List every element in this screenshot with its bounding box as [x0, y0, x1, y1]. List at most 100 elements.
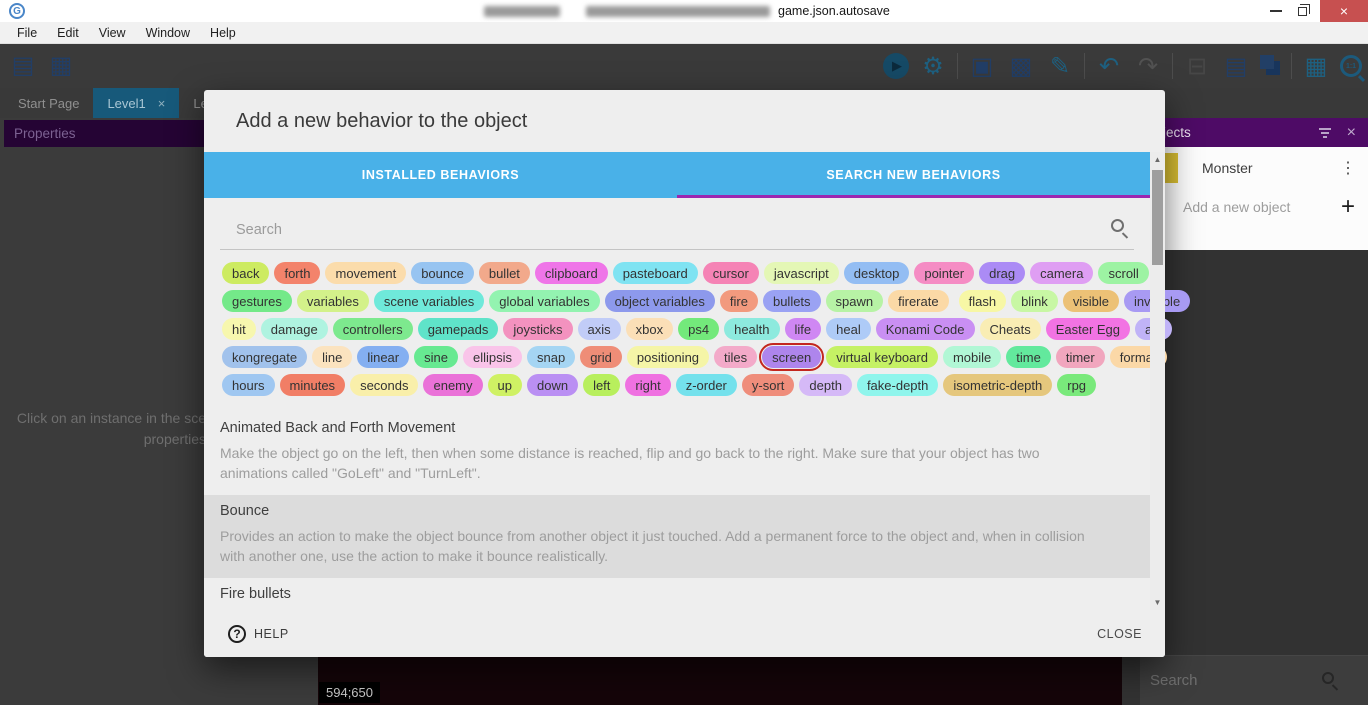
behavior-tag-chip[interactable]: line: [312, 346, 352, 368]
behavior-tag-chip[interactable]: time: [1006, 346, 1051, 368]
close-dialog-button[interactable]: CLOSE: [1097, 627, 1142, 641]
behavior-tag-chip[interactable]: javascript: [764, 262, 839, 284]
behavior-tag-chip[interactable]: variables: [297, 290, 369, 312]
behavior-tag-chip[interactable]: timer: [1056, 346, 1105, 368]
minimize-button[interactable]: [1270, 10, 1282, 12]
behavior-tag-chip[interactable]: positioning: [627, 346, 709, 368]
behavior-tag-chip[interactable]: mobile: [943, 346, 1001, 368]
tab-installed-behaviors[interactable]: INSTALLED BEHAVIORS: [204, 152, 677, 198]
start-page-icon[interactable]: ▦: [46, 50, 76, 80]
close-panel-icon[interactable]: ×: [1347, 124, 1356, 142]
behavior-list-item[interactable]: Animated Back and Forth Movement Make th…: [204, 412, 1150, 495]
behavior-tag-chip[interactable]: cursor: [703, 262, 759, 284]
object-groups-icon[interactable]: ▩: [1006, 51, 1036, 81]
behavior-tag-chip[interactable]: snap: [527, 346, 575, 368]
behavior-tag-chip[interactable]: joysticks: [503, 318, 572, 340]
behavior-tag-chip[interactable]: heal: [826, 318, 871, 340]
preview-play-icon[interactable]: ▶: [883, 53, 909, 79]
grid-icon[interactable]: ▦: [1301, 51, 1331, 81]
objects-search-input[interactable]: Search: [1150, 672, 1198, 689]
project-manager-icon[interactable]: ▤: [8, 50, 38, 80]
behavior-tag-chip[interactable]: hit: [222, 318, 256, 340]
behavior-tag-chip[interactable]: gestures: [222, 290, 292, 312]
layers-editor-icon[interactable]: [1260, 55, 1274, 69]
redo-icon[interactable]: ↷: [1133, 51, 1163, 81]
behavior-tag-chip[interactable]: up: [488, 374, 522, 396]
menu-item[interactable]: File: [7, 26, 47, 40]
object-list-item[interactable]: Monster ⋮: [1140, 147, 1368, 189]
behavior-tag-chip[interactable]: blink: [1011, 290, 1058, 312]
behavior-tag-chip[interactable]: linear: [357, 346, 409, 368]
behavior-tag-chip[interactable]: axis: [578, 318, 621, 340]
behavior-tag-chip[interactable]: rpg: [1057, 374, 1096, 396]
add-object-row[interactable]: Add a new object +: [1140, 189, 1368, 225]
behavior-tag-chip[interactable]: pointer: [914, 262, 974, 284]
behavior-tag-chip[interactable]: bounce: [411, 262, 474, 284]
menu-item[interactable]: Help: [200, 26, 246, 40]
behavior-tag-chip[interactable]: fire: [720, 290, 758, 312]
behavior-tag-chip[interactable]: movement: [325, 262, 406, 284]
behavior-tag-chip[interactable]: global variables: [489, 290, 599, 312]
menu-item[interactable]: Edit: [47, 26, 89, 40]
behavior-search-field[interactable]: Search: [220, 210, 1134, 250]
scroll-up-icon[interactable]: ▲: [1150, 155, 1165, 164]
behavior-tag-chip[interactable]: depth: [799, 374, 852, 396]
behavior-tag-chip[interactable]: health: [724, 318, 779, 340]
behavior-tag-chip[interactable]: down: [527, 374, 578, 396]
behavior-tag-chip[interactable]: screen: [762, 346, 821, 368]
behavior-tag-chip[interactable]: damage: [261, 318, 328, 340]
instances-list-icon[interactable]: ▤: [1221, 51, 1251, 81]
behavior-tag-chip[interactable]: kongregate: [222, 346, 307, 368]
behavior-tag-chip[interactable]: fake-depth: [857, 374, 938, 396]
behavior-tag-chip[interactable]: firerate: [888, 290, 948, 312]
kebab-menu-icon[interactable]: ⋮: [1340, 158, 1356, 178]
undo-icon[interactable]: ↶: [1094, 51, 1124, 81]
behavior-tag-chip[interactable]: visible: [1063, 290, 1119, 312]
behavior-list-item[interactable]: Bounce Provides an action to make the ob…: [204, 495, 1150, 578]
behavior-tag-chip[interactable]: controllers: [333, 318, 413, 340]
behavior-tag-chip[interactable]: camera: [1030, 262, 1093, 284]
behavior-tag-chip[interactable]: isometric-depth: [943, 374, 1052, 396]
behavior-tag-chip[interactable]: right: [625, 374, 670, 396]
behavior-tag-chip[interactable]: Konami Code: [876, 318, 975, 340]
behavior-tag-chip[interactable]: seconds: [350, 374, 418, 396]
behavior-tag-chip[interactable]: y-sort: [742, 374, 795, 396]
behavior-list-item[interactable]: Fire bullets Allow the object to fire bu…: [204, 578, 1150, 610]
restore-button[interactable]: [1298, 7, 1307, 16]
behavior-tag-chip[interactable]: scene variables: [374, 290, 484, 312]
behavior-tag-chip[interactable]: gamepads: [418, 318, 499, 340]
plus-icon[interactable]: +: [1341, 193, 1355, 221]
behavior-tag-chip[interactable]: minutes: [280, 374, 346, 396]
tab-search-new-behaviors[interactable]: SEARCH NEW BEHAVIORS: [677, 152, 1150, 198]
behavior-tag-chip[interactable]: enemy: [423, 374, 482, 396]
behavior-tag-chip[interactable]: bullets: [763, 290, 821, 312]
menu-item[interactable]: View: [89, 26, 136, 40]
tab-start-page[interactable]: Start Page: [4, 88, 93, 118]
behavior-tag-chip[interactable]: object variables: [605, 290, 715, 312]
behavior-tag-chip[interactable]: scroll: [1098, 262, 1148, 284]
behavior-tag-chip[interactable]: back: [222, 262, 269, 284]
scroll-down-icon[interactable]: ▼: [1150, 598, 1165, 607]
behavior-tag-chip[interactable]: grid: [580, 346, 622, 368]
scrollbar-thumb[interactable]: [1152, 170, 1163, 265]
close-tab-icon[interactable]: ×: [158, 96, 166, 111]
mask-icon[interactable]: ⊟: [1182, 51, 1212, 81]
dialog-scrollbar[interactable]: ▲ ▼: [1150, 152, 1165, 610]
behavior-tag-chip[interactable]: xbox: [626, 318, 673, 340]
close-window-button[interactable]: ×: [1320, 0, 1368, 22]
behavior-tag-chip[interactable]: Easter Egg: [1046, 318, 1130, 340]
tab-level1[interactable]: Level1 ×: [93, 88, 179, 118]
help-button[interactable]: ? HELP: [228, 625, 289, 643]
filter-icon[interactable]: [1319, 128, 1331, 138]
behavior-tag-chip[interactable]: bullet: [479, 262, 530, 284]
objects-editor-icon[interactable]: ▣: [967, 51, 997, 81]
behavior-tag-chip[interactable]: spawn: [826, 290, 884, 312]
behavior-tag-chip[interactable]: left: [583, 374, 620, 396]
debug-icon[interactable]: ⚙: [918, 51, 948, 81]
menu-item[interactable]: Window: [136, 26, 200, 40]
behavior-tag-chip[interactable]: z-order: [676, 374, 737, 396]
behavior-tag-chip[interactable]: pasteboard: [613, 262, 698, 284]
behavior-tag-chip[interactable]: ps4: [678, 318, 719, 340]
behavior-tag-chip[interactable]: desktop: [844, 262, 910, 284]
scene-properties-icon[interactable]: ✎: [1045, 51, 1075, 81]
